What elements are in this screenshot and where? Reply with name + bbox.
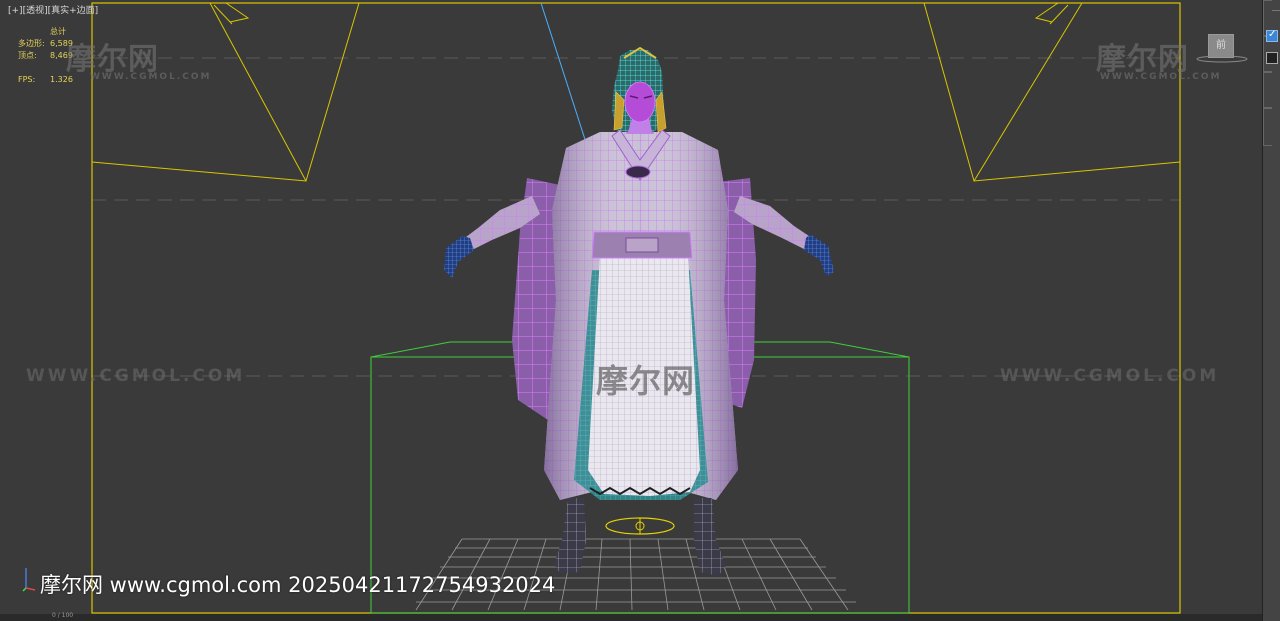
perspective-viewport[interactable]: [+][透视][真实+边面] 总计 多边形: 6,589 顶点: 8,469 F…: [0, 0, 1262, 621]
bottom-watermark: 摩尔网 www.cgmol.com 20250421172754932024: [40, 573, 556, 597]
watermark-url-left: WWW.CGMOL.COM: [90, 72, 212, 82]
viewport-menu-shading[interactable]: [真实+: [48, 6, 77, 16]
viewcube-compass-icon[interactable]: [1196, 55, 1248, 63]
face: [624, 81, 656, 123]
verts-label: 顶点:: [18, 51, 37, 60]
viewport-menu-view[interactable]: [透视]: [23, 6, 48, 16]
panel-bracket-4: [1263, 108, 1272, 146]
watermark-logo-center: 摩尔网: [596, 362, 696, 400]
light-right: [923, 2, 1181, 182]
command-panel-edge[interactable]: [1262, 0, 1280, 621]
right-boot: [694, 498, 726, 576]
viewport-menu-plus[interactable]: [+]: [8, 6, 23, 16]
axis-tripod-icon: [22, 568, 36, 592]
watermark-url-mid-right: WWW.CGMOL.COM: [1000, 366, 1220, 386]
left-hand: [444, 236, 474, 278]
frame-counter: 0 / 100: [52, 612, 74, 619]
left-boot: [554, 498, 586, 574]
watermark-url-mid-left: WWW.CGMOL.COM: [26, 366, 246, 386]
scene-canvas[interactable]: [0, 0, 1262, 621]
light-left: [91, 2, 360, 182]
panel-bracket-3: [1263, 72, 1272, 108]
stats-title: 总计: [50, 27, 66, 36]
time-slider-strip[interactable]: 0 / 100: [0, 612, 1262, 621]
character-model: [444, 46, 834, 576]
watermark-url-right: WWW.CGMOL.COM: [1100, 72, 1222, 82]
viewport-label[interactable]: [+][透视][真实+边面]: [8, 3, 98, 16]
viewport-menu-edges[interactable]: 边面]: [77, 6, 99, 16]
panel-tick: [1272, 10, 1280, 11]
stats-overlay: 总计 多边形: 6,589 顶点: 8,469 FPS: 1.326: [18, 26, 73, 86]
polys-label: 多边形:: [18, 39, 45, 48]
toggle-box[interactable]: [1266, 52, 1278, 64]
right-hand: [804, 234, 834, 276]
checkbox-icon[interactable]: [1266, 29, 1278, 42]
fps-label: FPS:: [18, 75, 36, 84]
